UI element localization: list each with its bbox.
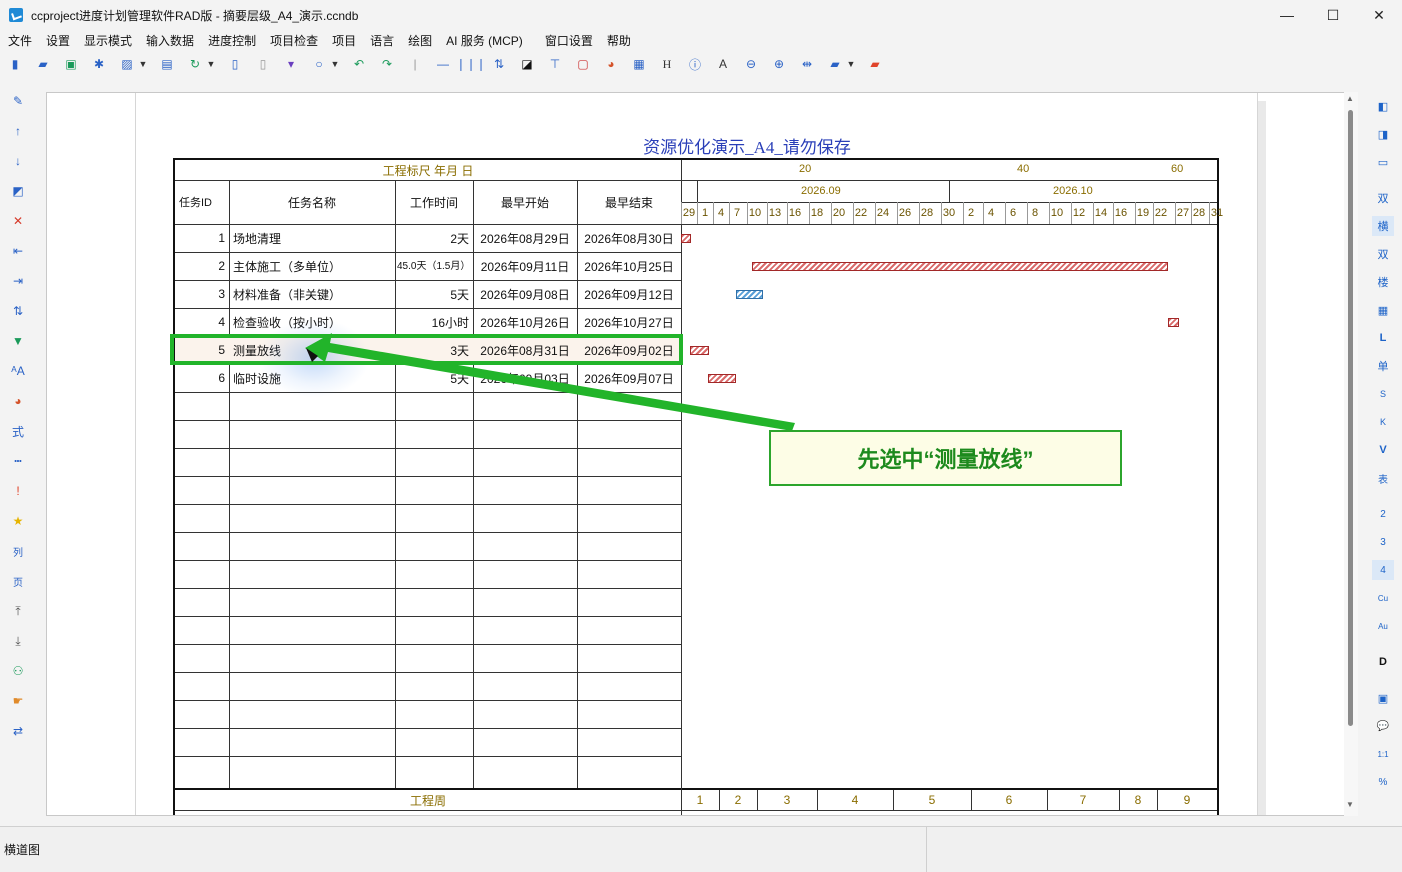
status-divider [926, 827, 927, 872]
annotation-arrow [305, 333, 795, 431]
status-text: 横道图 [4, 843, 41, 857]
status-bar: 横道图 [0, 826, 1402, 872]
annotation-callout: 先选中“测量放线” [769, 430, 1122, 486]
